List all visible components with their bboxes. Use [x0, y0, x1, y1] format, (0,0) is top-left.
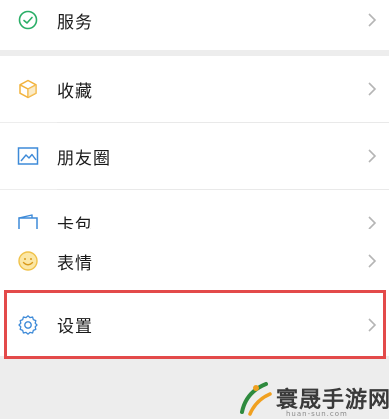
settings-gear-icon	[16, 313, 40, 337]
watermark: 寰晟手游网 huan-sun.com	[236, 378, 389, 419]
menu-item-service[interactable]: 服务	[0, 0, 389, 50]
menu-item-stickers[interactable]: 表情	[0, 229, 389, 293]
service-icon	[16, 8, 40, 32]
sticker-smiley-icon	[16, 249, 40, 273]
chevron-right-icon	[368, 317, 377, 332]
menu-item-favorites[interactable]: 收藏	[0, 56, 389, 122]
moments-image-icon	[16, 144, 40, 168]
watermark-logo-icon	[240, 382, 272, 416]
chevron-right-icon	[368, 13, 377, 27]
watermark-site: huan-sun.com	[286, 410, 348, 418]
chevron-right-icon	[368, 254, 377, 268]
favorites-cube-icon	[16, 77, 40, 101]
menu-item-label: 表情	[57, 253, 93, 274]
menu-item-label: 朋友圈	[57, 148, 111, 169]
wechat-me-menu: 服务 收藏 朋友圈 卡包 表情 设置 寰晟手游网 huan-sun.com	[0, 0, 389, 419]
menu-item-label: 收藏	[57, 81, 93, 102]
chevron-right-icon	[368, 82, 377, 96]
chevron-right-icon	[368, 149, 377, 163]
menu-item-label: 服务	[57, 12, 93, 33]
menu-item-settings[interactable]: 设置	[0, 293, 389, 356]
menu-item-label: 设置	[57, 317, 93, 337]
menu-item-moments[interactable]: 朋友圈	[0, 123, 389, 189]
